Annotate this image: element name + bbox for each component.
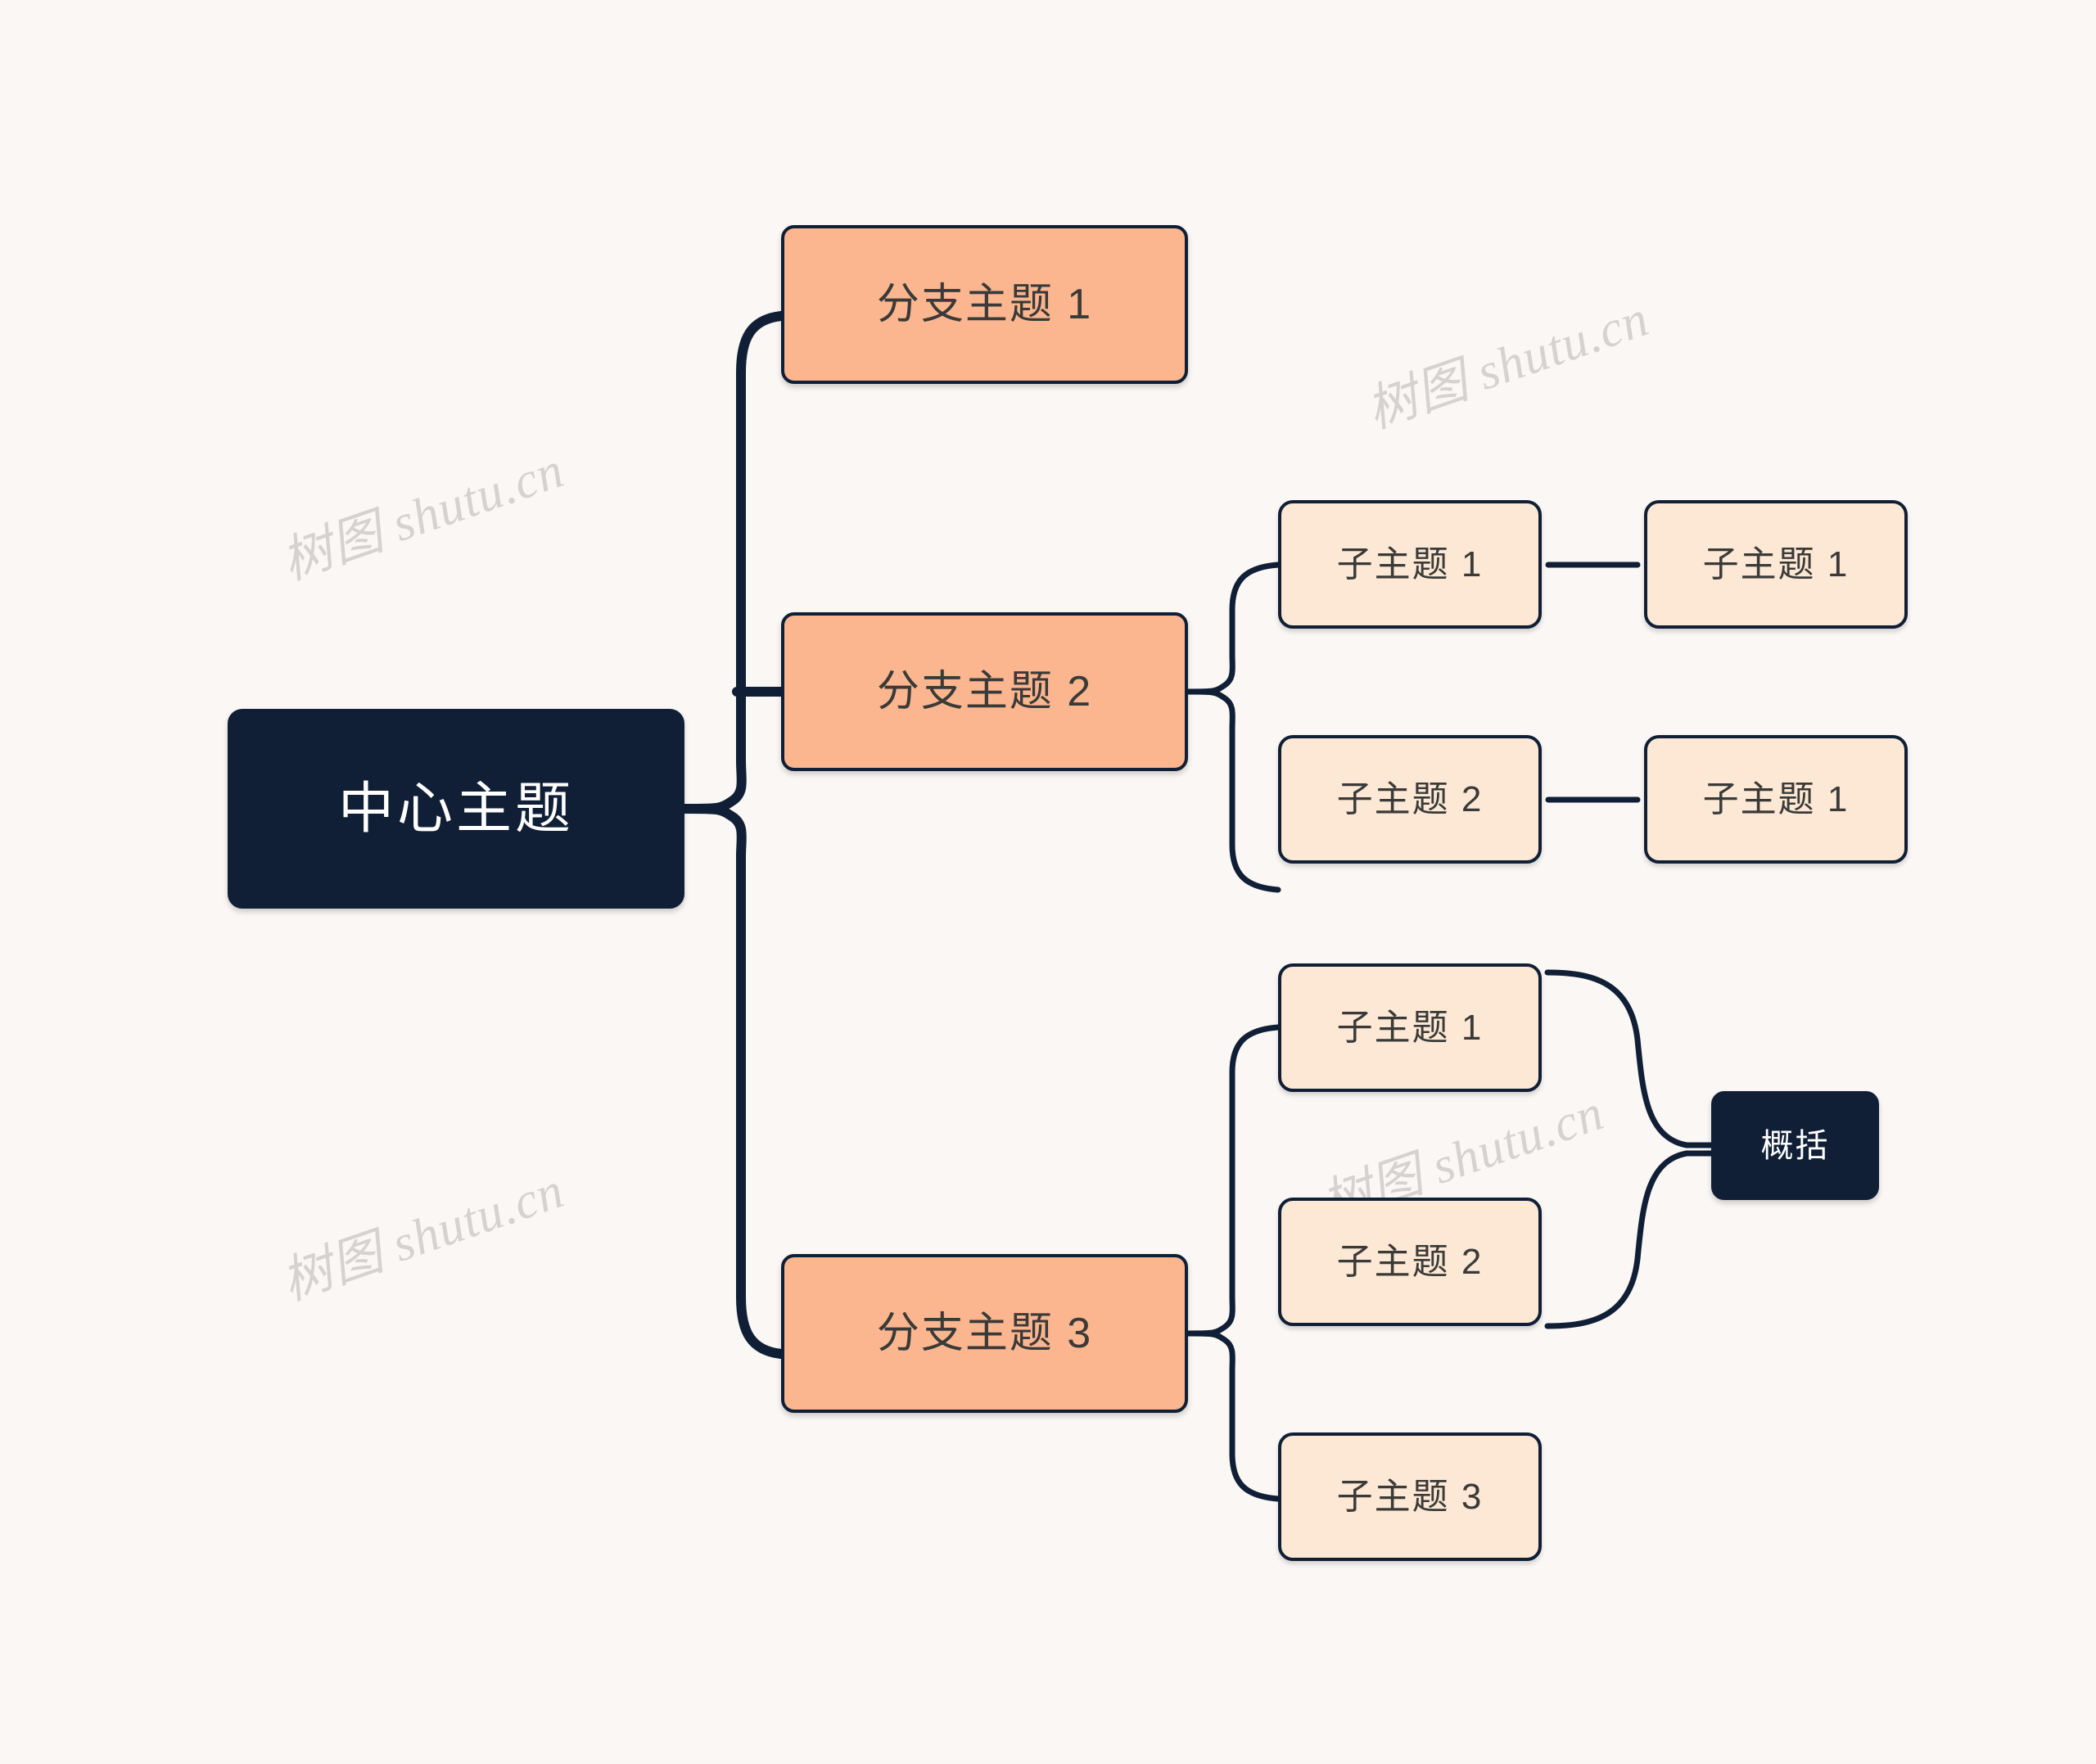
branch-node-2-label: 分支主题 2 (876, 668, 1093, 715)
sub-node-b2-2[interactable]: 子主题 2 (1278, 735, 1542, 864)
watermark-text: 树图 shutu.cn (1359, 291, 1656, 440)
root-node[interactable]: 中心主题 (228, 709, 684, 909)
sub-node-b2-2-sibling[interactable]: 子主题 1 (1644, 735, 1908, 864)
branch-node-3-label: 分支主题 3 (876, 1310, 1093, 1357)
sub-node-b2-1-sibling-label: 子主题 1 (1702, 544, 1850, 584)
mindmap-canvas: 树图 shutu.cn 树图 shutu.cn 树图 shutu.cn 树图 s… (0, 0, 2096, 1764)
branch3-sub-brace (1185, 1024, 1281, 1502)
branch2-sub-brace (1185, 562, 1281, 893)
branch-node-1-label: 分支主题 1 (876, 281, 1093, 328)
sub-node-b2-1-sibling[interactable]: 子主题 1 (1644, 500, 1908, 629)
sub-node-b2-1[interactable]: 子主题 1 (1278, 500, 1542, 629)
sub-node-b2-2-label: 子主题 2 (1336, 778, 1484, 819)
watermark-text: 树图 shutu.cn (274, 1162, 571, 1311)
watermark-text: 树图 shutu.cn (274, 442, 571, 591)
sub-node-b3-1[interactable]: 子主题 1 (1278, 963, 1542, 1092)
summary-node[interactable]: 概括 (1711, 1091, 1879, 1200)
sub-node-b2-1-label: 子主题 1 (1336, 544, 1484, 584)
sub-node-b3-1-label: 子主题 1 (1336, 1007, 1484, 1048)
sub-node-b3-3-label: 子主题 3 (1336, 1476, 1484, 1517)
sub-node-b3-2[interactable]: 子主题 2 (1278, 1198, 1542, 1326)
root-brace-connector (680, 311, 786, 1359)
branch-node-3[interactable]: 分支主题 3 (781, 1254, 1188, 1413)
sub-node-b3-3[interactable]: 子主题 3 (1278, 1432, 1542, 1561)
sub-node-b2-2-sibling-label: 子主题 1 (1702, 778, 1850, 819)
summary-brace-connector (1544, 969, 1714, 1329)
root-node-label: 中心主题 (337, 778, 574, 840)
sub-node-b3-2-label: 子主题 2 (1336, 1241, 1484, 1282)
branch-node-2[interactable]: 分支主题 2 (781, 612, 1188, 771)
summary-node-label: 概括 (1760, 1127, 1830, 1164)
branch-node-1[interactable]: 分支主题 1 (781, 225, 1188, 384)
